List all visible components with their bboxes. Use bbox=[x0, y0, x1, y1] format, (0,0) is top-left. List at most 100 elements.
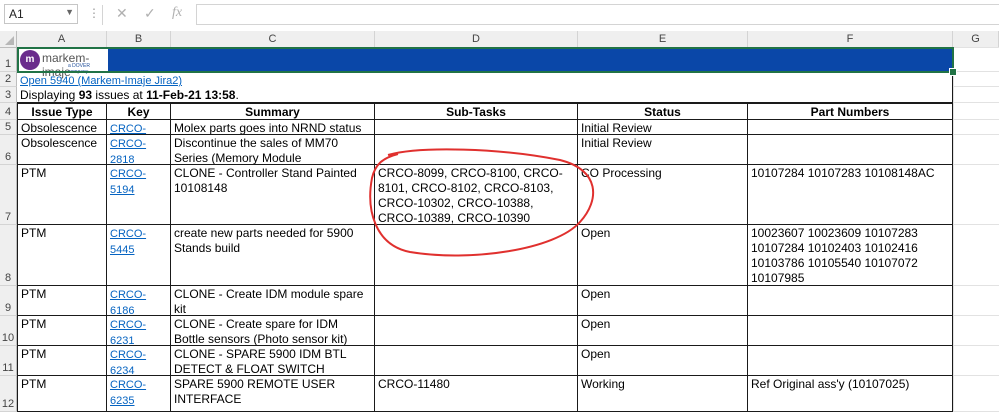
select-all-button[interactable] bbox=[0, 31, 17, 48]
row-header-9[interactable]: 9 bbox=[0, 286, 17, 316]
cell-key[interactable]: CRCO-6231 bbox=[107, 316, 171, 346]
cell-type[interactable]: PTM bbox=[17, 376, 107, 412]
cell-subtasks[interactable]: CRCO-8099, CRCO-8100, CRCO-8101, CRCO-81… bbox=[375, 165, 578, 225]
markem-imaje-logo: m markem-imaje a DOVER company bbox=[18, 48, 108, 79]
cell-parts[interactable] bbox=[748, 120, 953, 135]
confirm-icon[interactable]: ✓ bbox=[144, 5, 156, 22]
row-header-7[interactable]: 7 bbox=[0, 165, 17, 225]
column-header-a[interactable]: A bbox=[17, 31, 107, 48]
cell-status[interactable]: Working bbox=[578, 376, 748, 412]
row-header-11[interactable]: 11 bbox=[0, 346, 17, 376]
cell-parts[interactable] bbox=[748, 286, 953, 316]
gridline bbox=[953, 47, 999, 48]
cell-key[interactable]: CRCO-5194 bbox=[107, 165, 171, 225]
cell-type[interactable]: Obsolescence bbox=[17, 120, 107, 135]
cell-status[interactable]: Open bbox=[578, 286, 748, 316]
row-number: 2 bbox=[4, 73, 12, 85]
cell-key[interactable]: CRCO-2818 bbox=[107, 135, 171, 165]
cell-type[interactable]: Obsolescence bbox=[17, 135, 107, 165]
cell-summary[interactable]: CLONE - Create IDM module spare kit bbox=[171, 286, 375, 316]
cell-summary[interactable]: CLONE - Controller Stand Painted 1010814… bbox=[171, 165, 375, 225]
cell-subtasks[interactable]: CRCO-11480 bbox=[375, 376, 578, 412]
cancel-icon[interactable]: ✕ bbox=[116, 5, 128, 22]
column-header-b[interactable]: B bbox=[107, 31, 171, 48]
fill-handle[interactable] bbox=[949, 68, 957, 76]
row-number: 8 bbox=[4, 272, 12, 284]
cell-parts[interactable] bbox=[748, 316, 953, 346]
column-header-c[interactable]: C bbox=[171, 31, 375, 48]
row-header-1[interactable]: 1 bbox=[0, 48, 17, 72]
gridline bbox=[953, 86, 999, 87]
issue-key-link[interactable]: CRCO-2818 bbox=[110, 138, 146, 164]
row-number: 10 bbox=[1, 332, 15, 344]
cell-subtasks[interactable] bbox=[375, 225, 578, 286]
table-header-summary: Summary bbox=[171, 103, 375, 120]
row-header-12[interactable]: 12 bbox=[0, 376, 17, 412]
issue-key-link[interactable]: CRCO-5445 bbox=[110, 228, 146, 256]
issue-key-link[interactable]: CRCO-6234 bbox=[110, 349, 146, 375]
column-header-e[interactable]: E bbox=[578, 31, 748, 48]
row-header-3[interactable]: 3 bbox=[0, 87, 17, 103]
cell-parts[interactable]: 10107284 10107283 10108148AC bbox=[748, 165, 953, 225]
row-number: 5 bbox=[4, 121, 12, 133]
filter-link[interactable]: Open 5940 (Markem-Imaje Jira2) bbox=[20, 75, 182, 87]
issue-key-link[interactable]: CRCO-5194 bbox=[110, 168, 146, 196]
cell-parts[interactable] bbox=[748, 346, 953, 376]
chevron-down-icon[interactable]: ▼ bbox=[65, 7, 74, 17]
divider bbox=[102, 5, 103, 25]
cell-summary[interactable]: CLONE - SPARE 5900 IDM BTL DETECT & FLOA… bbox=[171, 346, 375, 376]
cell-type[interactable]: PTM bbox=[17, 346, 107, 376]
cell-key[interactable]: CRCO-6234 bbox=[107, 346, 171, 376]
cell-subtasks[interactable] bbox=[375, 346, 578, 376]
cell-status[interactable]: Initial Review bbox=[578, 135, 748, 165]
cell-parts[interactable] bbox=[748, 135, 953, 165]
cell-status[interactable]: Open bbox=[578, 316, 748, 346]
cell-subtasks[interactable] bbox=[375, 120, 578, 135]
cell-type[interactable]: PTM bbox=[17, 225, 107, 286]
cell-key[interactable]: CRCO-2817 bbox=[107, 120, 171, 135]
row-number: 4 bbox=[4, 106, 12, 118]
cell-type[interactable]: PTM bbox=[17, 316, 107, 346]
cell-type[interactable]: PTM bbox=[17, 165, 107, 225]
cell-key[interactable]: CRCO-6186 bbox=[107, 286, 171, 316]
row-header-5[interactable]: 5 bbox=[0, 120, 17, 135]
cell-summary[interactable]: SPARE 5900 REMOTE USER INTERFACE bbox=[171, 376, 375, 412]
cell-status[interactable]: Open bbox=[578, 346, 748, 376]
name-box[interactable]: A1 ▼ bbox=[4, 4, 78, 24]
cell-summary[interactable]: Molex parts goes into NRND status bbox=[171, 120, 375, 135]
row-number: 3 bbox=[4, 89, 12, 101]
row-header-10[interactable]: 10 bbox=[0, 316, 17, 346]
gridline bbox=[953, 102, 999, 103]
cell-parts[interactable]: Ref Original ass'y (10107025) bbox=[748, 376, 953, 412]
cell-subtasks[interactable] bbox=[375, 316, 578, 346]
cell-subtasks[interactable] bbox=[375, 286, 578, 316]
row-header-4[interactable]: 4 bbox=[0, 103, 17, 120]
cell-key[interactable]: CRCO-6235 bbox=[107, 376, 171, 412]
display-line: Displaying 93 issues at 11-Feb-21 13:58. bbox=[17, 87, 953, 103]
cell-key[interactable]: CRCO-5445 bbox=[107, 225, 171, 286]
issue-key-link[interactable]: CRCO-6235 bbox=[110, 379, 146, 407]
cell-summary[interactable]: Discontinue the sales of MM70 Series (Me… bbox=[171, 135, 375, 165]
issue-key-link[interactable]: CRCO-6186 bbox=[110, 289, 146, 315]
table-header-sub-tasks: Sub-Tasks bbox=[375, 103, 578, 120]
cell-parts[interactable]: 10023607 10023609 10107283 10107284 1010… bbox=[748, 225, 953, 286]
cell-status[interactable]: Open bbox=[578, 225, 748, 286]
cell-subtasks[interactable] bbox=[375, 135, 578, 165]
column-header-d[interactable]: D bbox=[375, 31, 578, 48]
gridline bbox=[953, 134, 999, 135]
formula-input[interactable] bbox=[196, 4, 999, 25]
cell-summary[interactable]: CLONE - Create spare for IDM Bottle sens… bbox=[171, 316, 375, 346]
insert-function-icon[interactable]: fx bbox=[172, 5, 182, 21]
row-header-8[interactable]: 8 bbox=[0, 225, 17, 286]
issue-key-link[interactable]: CRCO-2817 bbox=[110, 123, 146, 134]
column-header-f[interactable]: F bbox=[748, 31, 953, 48]
cell-type[interactable]: PTM bbox=[17, 286, 107, 316]
more-icon[interactable]: ⋮ bbox=[88, 6, 101, 20]
cell-status[interactable]: Initial Review bbox=[578, 120, 748, 135]
issue-key-link[interactable]: CRCO-6231 bbox=[110, 319, 146, 345]
row-header-2[interactable]: 2 bbox=[0, 72, 17, 87]
row-header-6[interactable]: 6 bbox=[0, 135, 17, 165]
column-header-g[interactable]: G bbox=[953, 31, 999, 48]
cell-summary[interactable]: create new parts needed for 5900 Stands … bbox=[171, 225, 375, 286]
cell-status[interactable]: CO Processing bbox=[578, 165, 748, 225]
